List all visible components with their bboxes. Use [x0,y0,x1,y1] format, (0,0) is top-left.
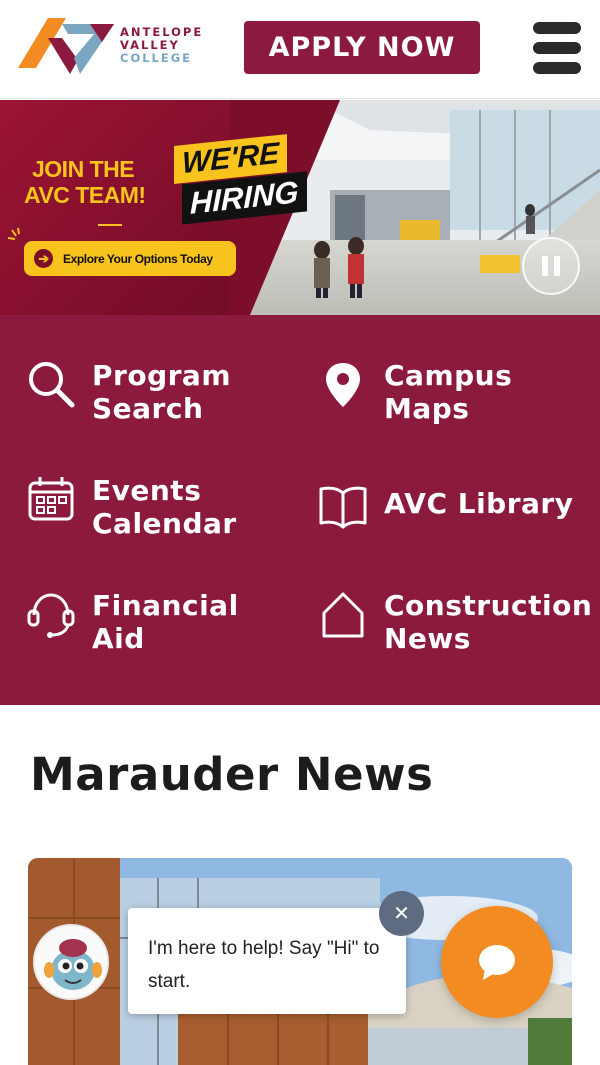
quick-link-label: Financial Aid [92,589,239,655]
headset-icon [27,593,75,638]
close-icon[interactable]: ✕ [379,891,424,936]
map-pin-icon [326,363,360,407]
quick-link-label: Program Search [92,359,231,425]
quick-link-label: AVC Library [384,487,574,520]
arrow-right-icon: ➔ [34,249,53,268]
quick-link-avc-library[interactable]: AVC Library [318,481,573,531]
logo-mark-icon [18,18,114,74]
news-section-title: Marauder News [30,748,434,801]
hero-banner[interactable]: JOIN THE AVC TEAM! WE'RE HIRING ➔ Explor… [0,100,600,315]
quick-link-construction-news[interactable]: Construction News [318,589,592,655]
apply-now-button[interactable]: APPLY NOW [244,21,480,74]
logo-line-3: COLLEGE [120,51,193,65]
avc-logo[interactable]: ANTELOPE VALLEY COLLEGE [18,18,208,78]
quick-link-campus-maps[interactable]: Campus Maps [318,359,512,425]
search-icon [29,362,75,408]
quick-link-events-calendar[interactable]: Events Calendar [26,474,237,540]
chat-greeting-bubble[interactable]: I'm here to help! Say "Hi" to start. [128,908,406,1014]
explore-options-label: Explore Your Options Today [63,251,213,266]
chat-greeting-text: I'm here to help! Say "Hi" to start. [148,938,380,992]
quick-link-program-search[interactable]: Program Search [26,359,231,425]
quick-link-label: Construction News [384,589,593,655]
chat-launcher-button[interactable] [441,906,553,1018]
chat-bubble-icon [479,945,515,980]
quick-link-financial-aid[interactable]: Financial Aid [26,589,239,655]
hiring-badge: WE'RE HIRING [170,134,310,225]
quick-link-label: Events Calendar [92,474,237,540]
calendar-icon [28,477,74,521]
chatbot-avatar[interactable] [33,924,109,1000]
quick-links-panel: Program Search Campus Maps Events Calend… [0,315,600,705]
join-team-text: JOIN THE AVC TEAM! [24,156,164,208]
join-line-2: AVC TEAM! [24,182,146,208]
logo-wordmark: ANTELOPE VALLEY COLLEGE [120,26,203,65]
book-icon [319,486,367,529]
explore-options-button[interactable]: ➔ Explore Your Options Today [24,241,236,276]
gold-divider [98,224,122,226]
site-header: ANTELOPE VALLEY COLLEGE APPLY NOW [0,0,600,99]
hamburger-menu-icon[interactable] [533,22,583,76]
pause-icon[interactable] [522,237,580,295]
house-icon [322,592,364,638]
quick-link-label: Campus Maps [384,359,513,425]
join-line-1: JOIN THE [32,156,135,182]
